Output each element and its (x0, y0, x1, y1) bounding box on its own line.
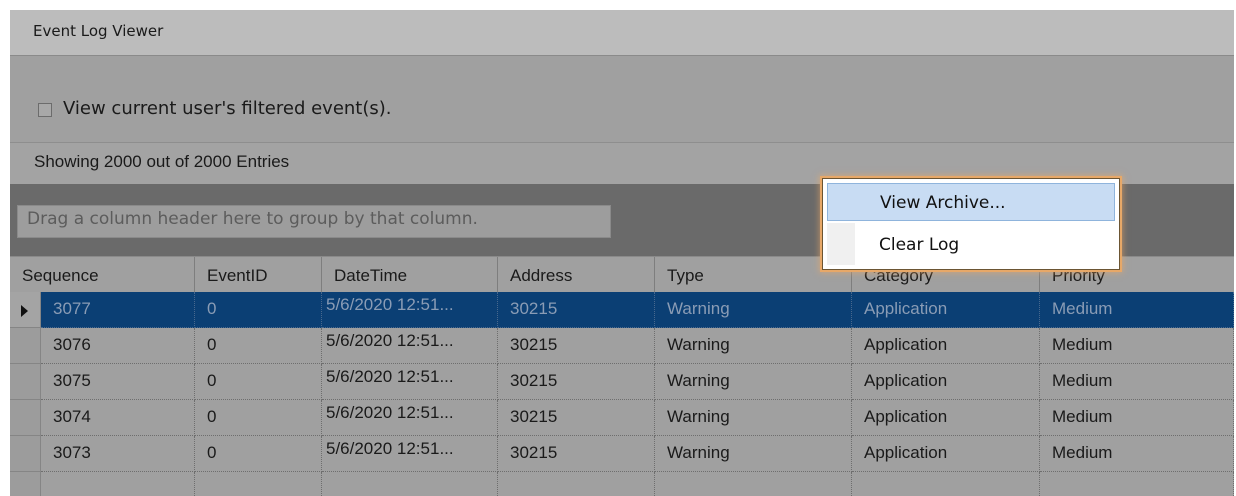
cell-sequence[interactable]: 3077 (41, 292, 195, 328)
cell-type[interactable]: Warning (655, 328, 852, 364)
title-bar: Event Log Viewer (10, 10, 1234, 56)
cell-datetime[interactable] (322, 472, 498, 496)
table-row[interactable]: 3076 0 5/6/2020 12:51... 30215 Warning A… (10, 328, 1234, 364)
cell-sequence[interactable]: 3076 (41, 328, 195, 364)
cell-category[interactable]: Application (852, 328, 1040, 364)
cell-eventid[interactable] (195, 472, 322, 496)
cell-category[interactable]: Application (852, 436, 1040, 472)
cell-sequence[interactable]: 3075 (41, 364, 195, 400)
cell-sequence[interactable] (41, 472, 195, 496)
window-title: Event Log Viewer (33, 22, 164, 40)
cell-datetime[interactable]: 5/6/2020 12:51... (322, 436, 498, 472)
cell-address[interactable]: 30215 (498, 328, 655, 364)
cell-eventid[interactable]: 0 (195, 328, 322, 364)
cell-address[interactable]: 30215 (498, 400, 655, 436)
cell-priority[interactable]: Medium (1040, 328, 1234, 364)
cell-priority[interactable]: Medium (1040, 436, 1234, 472)
cell-type[interactable]: Warning (655, 436, 852, 472)
cell-datetime[interactable]: 5/6/2020 12:51... (322, 328, 498, 364)
column-header-sequence[interactable]: Sequence (10, 257, 195, 293)
event-log-window: Event Log Viewer View current user's fil… (10, 10, 1234, 496)
row-selector[interactable] (10, 328, 41, 364)
cell-eventid[interactable]: 0 (195, 400, 322, 436)
cell-category[interactable]: Application (852, 292, 1040, 328)
column-header-address[interactable]: Address (498, 257, 655, 293)
cell-address[interactable] (498, 472, 655, 496)
cell-address[interactable]: 30215 (498, 364, 655, 400)
row-selector[interactable] (10, 400, 41, 436)
cell-eventid[interactable]: 0 (195, 364, 322, 400)
event-grid[interactable]: Sequence EventID DateTime Address Type C… (10, 256, 1234, 496)
row-selector[interactable] (10, 436, 41, 472)
context-menu: View Archive... Clear Log (822, 178, 1120, 270)
cell-priority[interactable] (1040, 472, 1234, 496)
cell-sequence[interactable]: 3074 (41, 400, 195, 436)
cell-type[interactable]: Warning (655, 292, 852, 328)
cell-category[interactable]: Application (852, 400, 1040, 436)
table-row[interactable]: 3073 0 5/6/2020 12:51... 30215 Warning A… (10, 436, 1234, 472)
group-by-hint: Drag a column header here to group by th… (27, 209, 478, 229)
row-selector[interactable] (10, 364, 41, 400)
menu-item-clear-log[interactable]: Clear Log (827, 225, 1115, 263)
cell-type[interactable] (655, 472, 852, 496)
cell-category[interactable] (852, 472, 1040, 496)
filtered-events-label[interactable]: View current user's filtered event(s). (63, 98, 392, 119)
filtered-events-checkbox[interactable] (38, 103, 52, 117)
cell-sequence[interactable]: 3073 (41, 436, 195, 472)
menu-item-view-archive[interactable]: View Archive... (827, 183, 1115, 221)
cell-address[interactable]: 30215 (498, 292, 655, 328)
table-row-partial[interactable] (10, 472, 1234, 496)
cell-type[interactable]: Warning (655, 364, 852, 400)
row-selector[interactable] (10, 292, 41, 328)
cell-priority[interactable]: Medium (1040, 400, 1234, 436)
cell-eventid[interactable]: 0 (195, 292, 322, 328)
cell-priority[interactable]: Medium (1040, 364, 1234, 400)
cell-category[interactable]: Application (852, 364, 1040, 400)
cell-datetime[interactable]: 5/6/2020 12:51... (322, 292, 498, 328)
table-row[interactable]: 3074 0 5/6/2020 12:51... 30215 Warning A… (10, 400, 1234, 436)
cell-priority[interactable]: Medium (1040, 292, 1234, 328)
cell-address[interactable]: 30215 (498, 436, 655, 472)
entry-count-status: Showing 2000 out of 2000 Entries (34, 152, 290, 171)
table-row[interactable]: 3075 0 5/6/2020 12:51... 30215 Warning A… (10, 364, 1234, 400)
cell-type[interactable]: Warning (655, 400, 852, 436)
cell-datetime[interactable]: 5/6/2020 12:51... (322, 400, 498, 436)
column-header-eventid[interactable]: EventID (195, 257, 322, 293)
row-selector[interactable] (10, 472, 41, 496)
current-row-arrow-icon (21, 305, 28, 317)
column-header-datetime[interactable]: DateTime (322, 257, 498, 293)
cell-datetime[interactable]: 5/6/2020 12:51... (322, 364, 498, 400)
table-row[interactable]: 3077 0 5/6/2020 12:51... 30215 Warning A… (10, 292, 1234, 328)
cell-eventid[interactable]: 0 (195, 436, 322, 472)
